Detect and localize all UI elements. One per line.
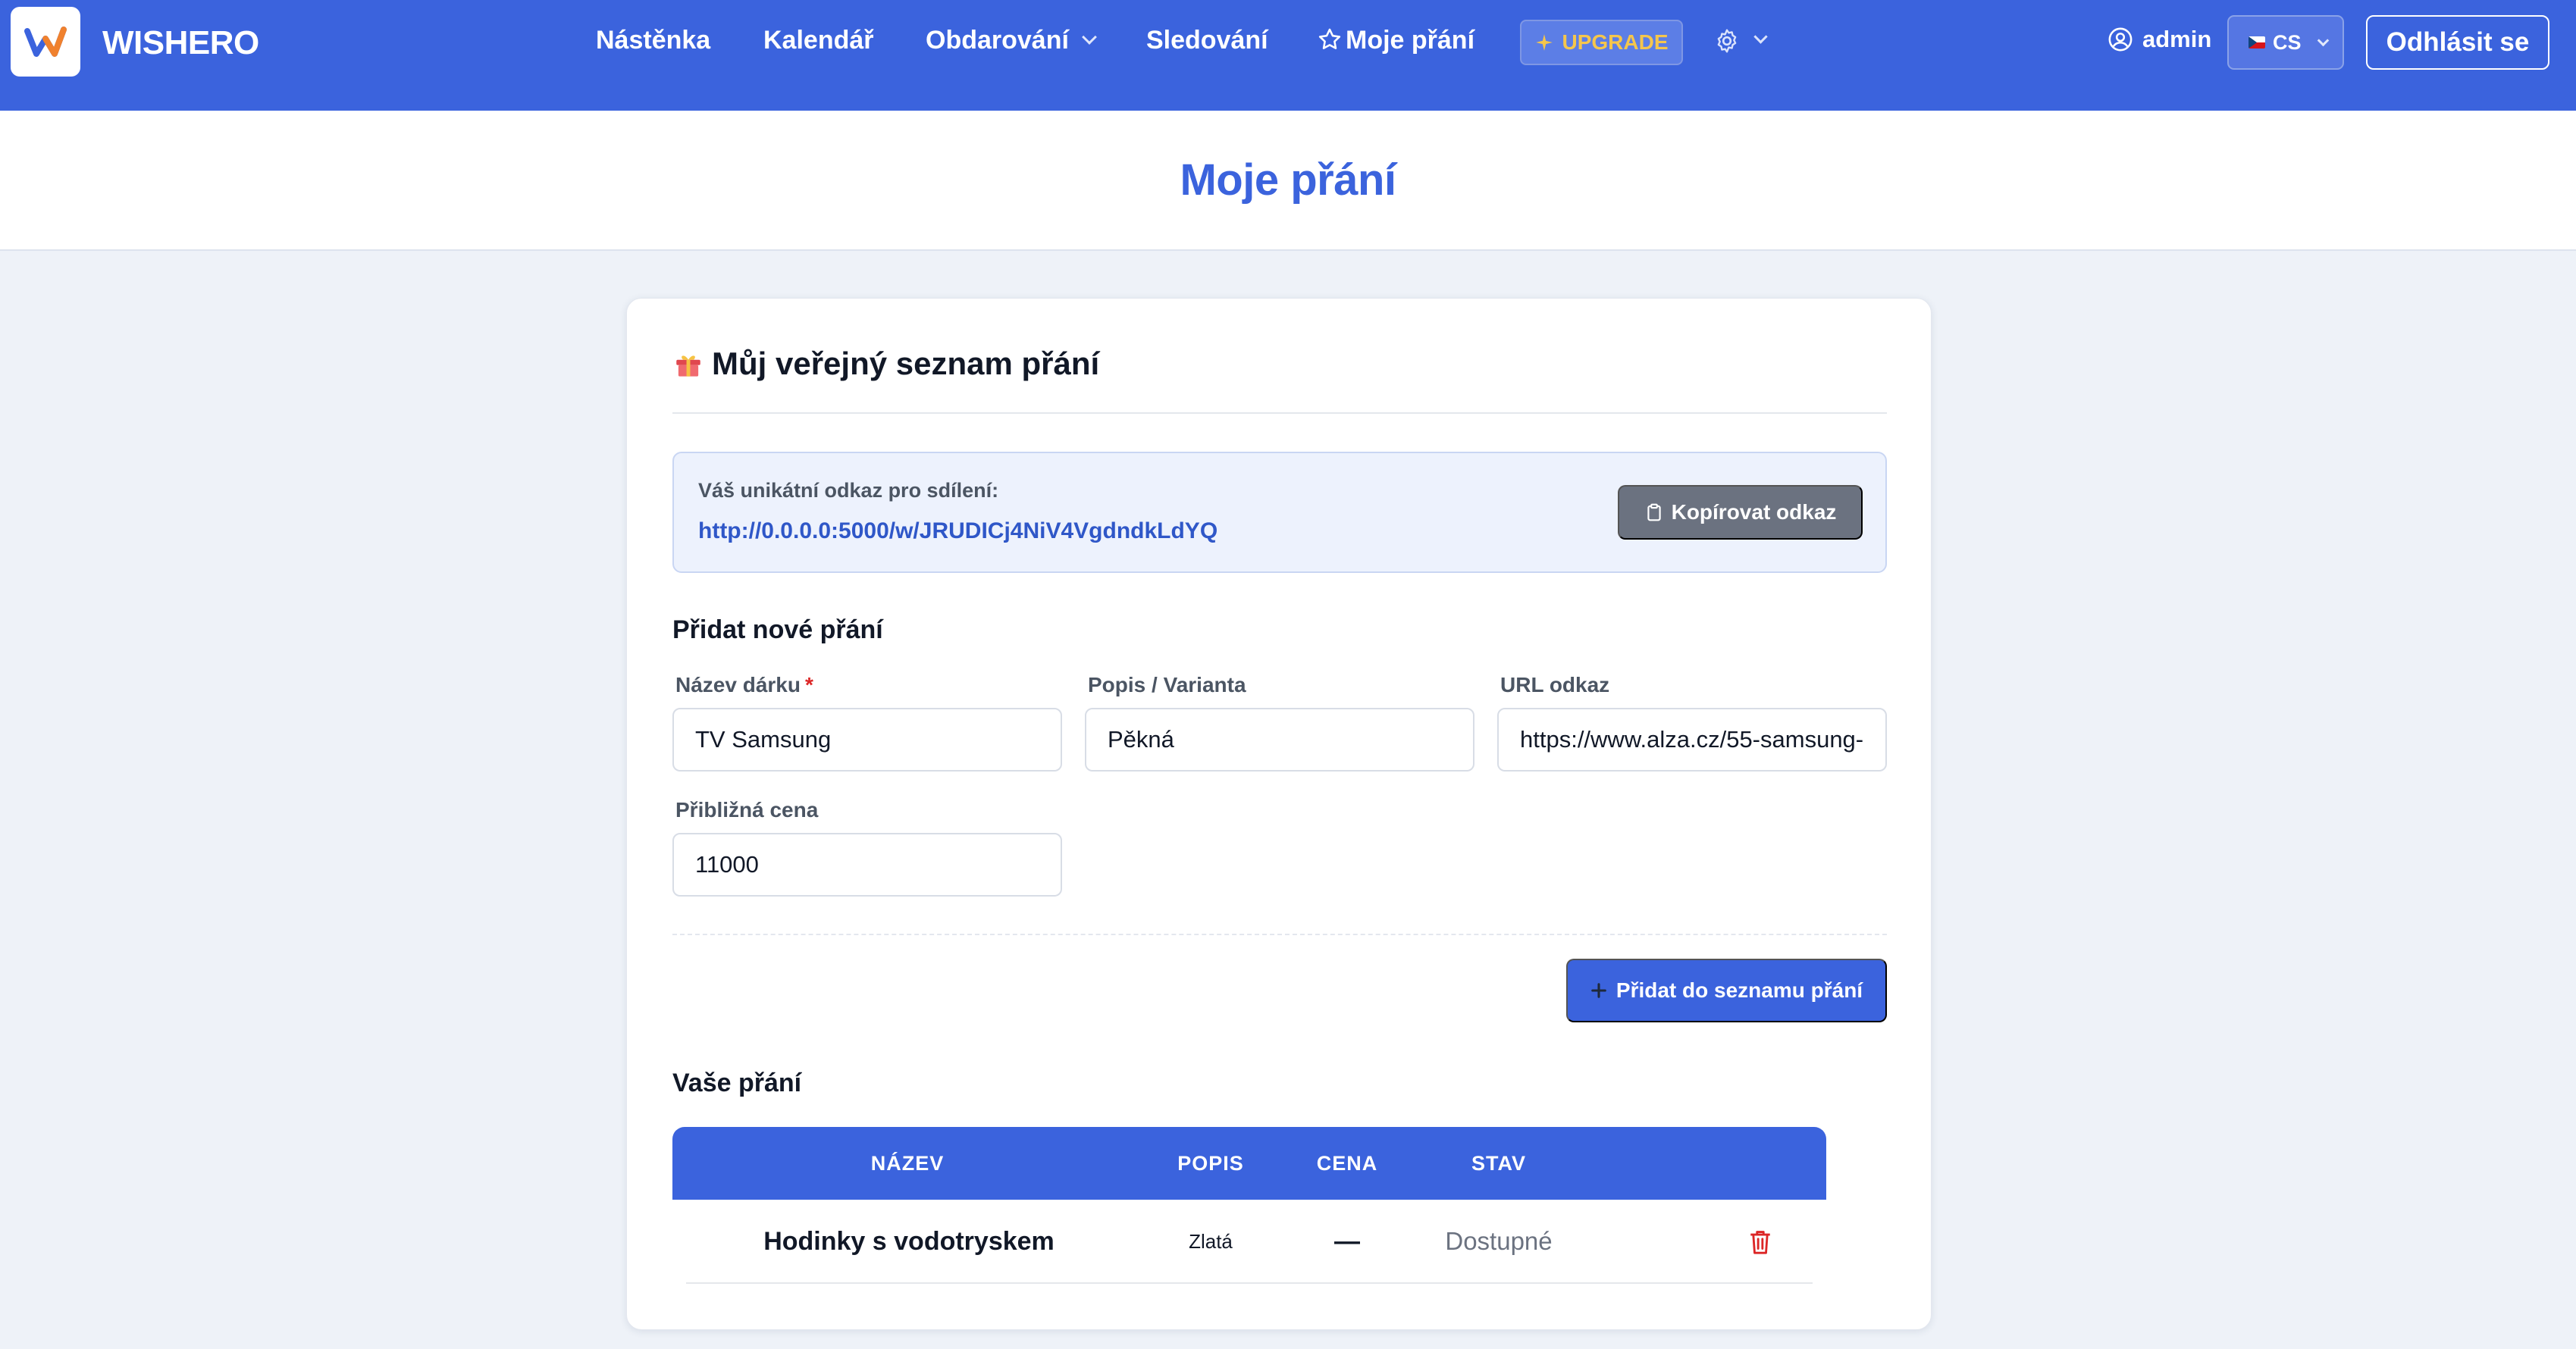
language-label: CS	[2273, 30, 2302, 54]
star-icon	[1318, 28, 1341, 49]
delete-wish-button[interactable]	[1741, 1223, 1779, 1261]
chevron-down-icon	[2317, 34, 2330, 47]
nav-item-nastenka[interactable]: Nástěnka	[596, 26, 710, 55]
logout-button[interactable]: Odhlásit se	[2366, 15, 2549, 70]
user-menu[interactable]: admin	[2107, 26, 2211, 53]
wishero-logo-icon[interactable]	[11, 7, 80, 77]
chevron-down-icon	[1753, 30, 1768, 44]
wishes-table-header: NÁZEV POPIS CENA STAV	[672, 1127, 1826, 1200]
add-wish-heading: Přidat nové přání	[672, 615, 883, 644]
user-circle-icon	[2108, 27, 2133, 52]
add-wish-label: Přidat do seznamu přání	[1615, 978, 1863, 1002]
gift-name-label-text: Název dárku	[675, 673, 801, 696]
gift-name-input[interactable]	[672, 708, 1062, 772]
nav-item-kalendar[interactable]: Kalendář	[763, 26, 874, 55]
nav-item-sledovani[interactable]: Sledování	[1146, 26, 1268, 55]
divider	[672, 412, 1887, 414]
divider	[672, 934, 1887, 935]
column-header-description: POPIS	[1177, 1152, 1244, 1175]
page-header: Moje přání	[0, 111, 2576, 251]
gift-name-label: Název dárku *	[675, 673, 813, 697]
price-input[interactable]	[672, 833, 1062, 897]
chevron-down-icon	[1082, 30, 1097, 45]
plus-icon	[1591, 983, 1606, 998]
upgrade-label: UPGRADE	[1562, 30, 1669, 54]
nav-item-obdarovani-label: Obdarování	[926, 26, 1069, 55]
price-label: Přibližná cena	[675, 798, 819, 822]
share-link-url[interactable]: http://0.0.0.0:5000/w/JRUDICj4NiV4Vgdndk…	[698, 518, 1217, 544]
url-label: URL odkaz	[1500, 673, 1610, 696]
gear-icon	[1717, 29, 1737, 53]
column-header-price: CENA	[1316, 1152, 1378, 1175]
share-link-box: Váš unikátní odkaz pro sdílení: http://0…	[672, 452, 1887, 573]
wish-status-cell: Dostupné	[1445, 1227, 1553, 1255]
czech-flag-icon	[2249, 36, 2265, 49]
description-input[interactable]	[1085, 708, 1474, 772]
trash-icon	[1750, 1231, 1770, 1254]
top-navbar: WISHERO Nástěnka Kalendář Obdarování Sle…	[0, 0, 2576, 111]
wishlist-card: Můj veřejný seznam přání Váš unikátní od…	[626, 298, 1932, 1330]
clipboard-icon	[1647, 503, 1661, 521]
settings-dropdown[interactable]	[1713, 24, 1774, 59]
add-wish-button[interactable]: Přidat do seznamu přání	[1566, 959, 1887, 1022]
copy-link-button[interactable]: Kopírovat odkaz	[1618, 485, 1863, 540]
copy-link-label: Kopírovat odkaz	[1671, 500, 1837, 524]
nav-item-moje-prani-label: Moje přání	[1346, 26, 1475, 55]
sparkle-icon	[1536, 34, 1553, 51]
gift-icon	[676, 355, 700, 377]
card-title: Můj veřejný seznam přání	[672, 346, 1099, 382]
column-header-name: NÁZEV	[870, 1152, 945, 1175]
wish-description-cell: Zlatá	[1189, 1230, 1233, 1253]
nav-item-obdarovani[interactable]: Obdarování	[926, 26, 1097, 55]
url-input[interactable]	[1497, 708, 1887, 772]
share-link-label: Váš unikátní odkaz pro sdílení:	[698, 479, 999, 502]
wishes-heading: Vaše přání	[672, 1069, 802, 1097]
brand-name[interactable]: WISHERO	[102, 24, 259, 62]
card-title-label: Můj veřejný seznam přání	[712, 346, 1100, 381]
table-row: Hodinky s vodotryskem Zlatá — Dostupné	[686, 1200, 1813, 1284]
language-select[interactable]: CS	[2227, 15, 2344, 70]
upgrade-button[interactable]: UPGRADE	[1520, 20, 1683, 65]
wish-price-cell: —	[1334, 1227, 1360, 1256]
page-title: Moje přání	[1180, 155, 1396, 205]
username-label: admin	[2142, 26, 2212, 52]
nav-item-moje-prani[interactable]: Moje přání	[1317, 26, 1474, 55]
column-header-status: STAV	[1471, 1152, 1526, 1175]
wish-name-cell: Hodinky s vodotryskem	[763, 1227, 1055, 1256]
required-mark: *	[804, 673, 813, 696]
description-label: Popis / Varianta	[1088, 673, 1246, 696]
